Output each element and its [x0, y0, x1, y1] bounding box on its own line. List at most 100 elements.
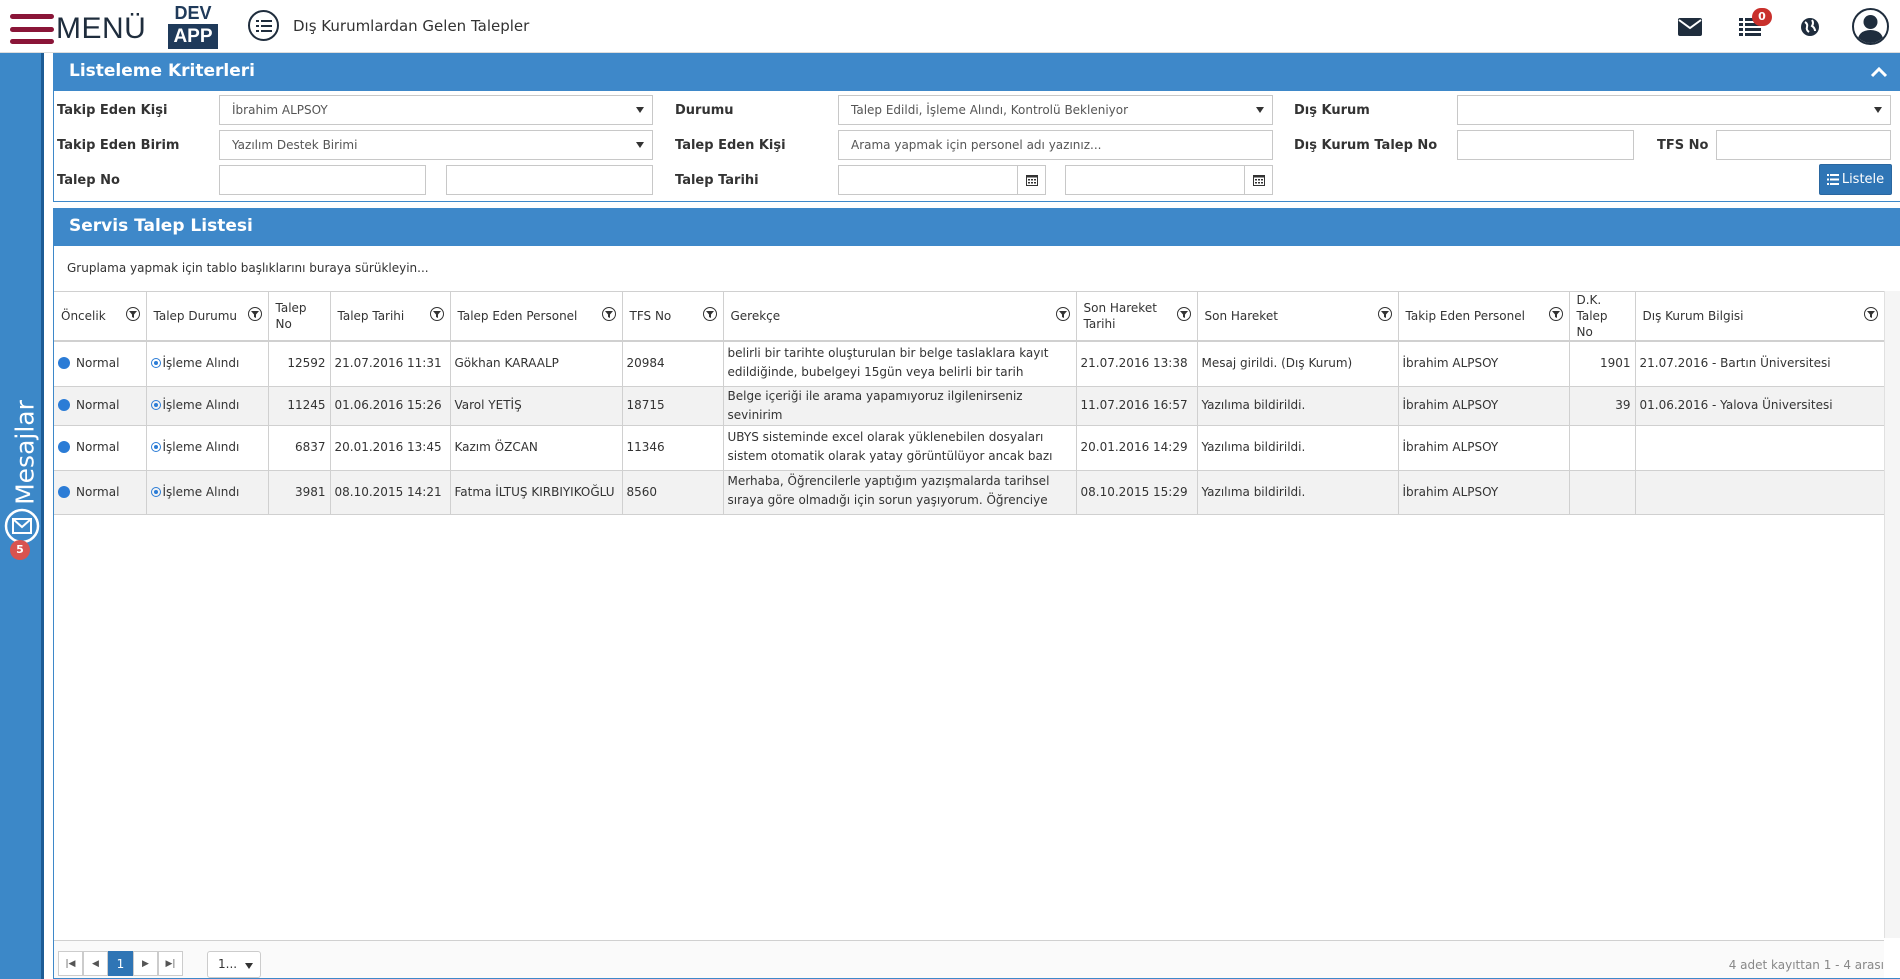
tasks-button[interactable]: 0: [1720, 0, 1780, 53]
filter-icon[interactable]: [125, 307, 140, 321]
talep-date-text: 08.10.2015 14:21: [334, 484, 442, 499]
col-header-last-action[interactable]: Son Hareket: [1197, 291, 1399, 342]
table-row[interactable]: Normal İşleme Alındı 3981 08.10.2015 14:21 F…: [54, 470, 1885, 515]
cell-reason: UBYS sisteminde excel olarak yüklenebile…: [723, 425, 1077, 471]
filter-icon[interactable]: [247, 307, 262, 321]
filter-icon[interactable]: [702, 307, 717, 321]
next-page-button[interactable]: ▶: [133, 951, 158, 976]
group-drop-area[interactable]: Gruplama yapmak için tablo başlıklarını …: [54, 246, 1900, 291]
dis-kurum-select[interactable]: [1457, 95, 1891, 125]
chevron-down-icon: [1256, 107, 1264, 113]
table-row[interactable]: Normal İşleme Alındı 11245 01.06.2016 15:26…: [54, 386, 1885, 426]
cell-last-action: Yazılıma bildirildi.: [1197, 386, 1399, 426]
first-page-button[interactable]: |◀: [58, 951, 83, 976]
cell-requester: Fatma İLTUŞ KIRBIYIKOĞLU: [450, 470, 623, 515]
list-icon: [248, 10, 279, 41]
app-logo[interactable]: DEV APP: [168, 2, 218, 51]
talep-eden-kisi-placeholder: Arama yapmak için personel adı yazınız..…: [851, 138, 1102, 152]
cell-last-action: Yazılıma bildirildi.: [1197, 425, 1399, 471]
cell-dk-no: [1569, 470, 1636, 515]
last-page-button[interactable]: ▶|: [158, 951, 183, 976]
tfs-text: 11346: [626, 440, 665, 454]
filter-icon[interactable]: [1055, 307, 1070, 321]
cell-date: 20.01.2016 13:45: [330, 425, 451, 471]
col-header-label: Gerekçe: [730, 309, 781, 323]
filter-icon[interactable]: [429, 307, 444, 321]
language-button[interactable]: [1780, 0, 1840, 53]
col-header-label: Son Hareket: [1204, 309, 1278, 323]
col-header-tfs[interactable]: TFS No: [622, 291, 724, 342]
priority-text: Normal: [76, 398, 120, 412]
last-date-text: 11.07.2016 16:57: [1080, 398, 1188, 412]
col-header-last-date[interactable]: Son Hareket Tarihi: [1076, 291, 1198, 342]
requester-text: Varol YETİŞ: [454, 398, 522, 412]
filter-icon[interactable]: [1548, 307, 1563, 321]
status-icon: [150, 358, 161, 369]
menu-label: MENÜ: [56, 12, 147, 45]
priority-text: Normal: [76, 484, 120, 499]
label-dis-kurum: Dış Kurum: [1294, 103, 1370, 118]
col-header-label: Dış Kurum Bilgisi: [1642, 309, 1744, 323]
cell-follower: İbrahim ALPSOY: [1398, 341, 1570, 387]
mail-button[interactable]: [1660, 0, 1720, 53]
col-header-follower[interactable]: Takip Eden Personel: [1398, 291, 1570, 342]
table-row[interactable]: Normal İşleme Alındı 6837 20.01.2016 13:45 K…: [54, 425, 1885, 471]
vertical-scrollbar[interactable]: [1884, 291, 1900, 938]
cell-follower: İbrahim ALPSOY: [1398, 386, 1570, 426]
list-button[interactable]: Listele: [1819, 164, 1892, 195]
cell-requester: Gökhan KARAALP: [450, 341, 623, 387]
dis-kurum-talep-no-input[interactable]: [1457, 130, 1634, 160]
logo-top-text: DEV: [174, 3, 212, 23]
talep-eden-kisi-input[interactable]: Arama yapmak için personel adı yazınız..…: [838, 130, 1273, 160]
calendar-icon[interactable]: [1017, 166, 1045, 194]
requester-text: Fatma İLTUŞ KIRBIYIKOĞLU: [454, 484, 615, 499]
table-row[interactable]: Normal İşleme Alındı 12592 21.07.2016 11:31…: [54, 341, 1885, 387]
calendar-icon[interactable]: [1244, 166, 1272, 194]
talep-no-start-input[interactable]: [219, 165, 426, 195]
tfs-text: 18715: [626, 398, 665, 412]
takip-eden-birim-select[interactable]: Yazılım Destek Birimi: [219, 130, 653, 160]
status-icon: [150, 486, 161, 497]
col-header-requester[interactable]: Talep Eden Personel: [450, 291, 623, 342]
criteria-title: Listeleme Kriterleri: [69, 61, 255, 81]
filter-icon[interactable]: [1377, 307, 1392, 321]
col-header-status[interactable]: Talep Durumu: [146, 291, 269, 342]
cell-follower: İbrahim ALPSOY: [1398, 425, 1570, 471]
cell-date: 01.06.2016 15:26: [330, 386, 451, 426]
chevron-up-icon[interactable]: [1870, 64, 1888, 80]
talep-tarihi-end-input[interactable]: [1065, 165, 1273, 195]
chevron-down-icon: [636, 142, 644, 148]
priority-dot-icon: [58, 357, 70, 370]
menu-button[interactable]: MENÜ: [10, 12, 146, 46]
col-header-reason[interactable]: Gerekçe: [723, 291, 1077, 342]
col-header-no[interactable]: Talep No: [268, 291, 331, 342]
list-icon: [1826, 174, 1839, 185]
cell-reason: Merhaba, Öğrencilerle yaptığım yazışmala…: [723, 470, 1077, 515]
col-header-label: Öncelik: [61, 309, 106, 323]
profile-button[interactable]: [1840, 0, 1900, 53]
col-header-dk-no[interactable]: D.K. Talep No: [1569, 291, 1636, 342]
chevron-down-icon: [1874, 107, 1882, 113]
tfs-no-input[interactable]: [1716, 130, 1891, 160]
talep-tarihi-start-input[interactable]: [838, 165, 1046, 195]
talep-no-end-input[interactable]: [446, 165, 653, 195]
col-header-org[interactable]: Dış Kurum Bilgisi: [1635, 291, 1885, 342]
cell-no: 11245: [268, 386, 331, 426]
filter-icon[interactable]: [1176, 307, 1191, 321]
priority-dot-icon: [58, 399, 70, 411]
col-header-priority[interactable]: Öncelik: [54, 291, 147, 342]
cell-tfs: 8560: [622, 470, 724, 515]
prev-page-button[interactable]: ◀: [83, 951, 108, 976]
messages-sidebar[interactable]: Mesajlar 5: [0, 53, 44, 979]
durumu-select[interactable]: Talep Edildi, İşleme Alındı, Kontrolü Be…: [838, 95, 1273, 125]
page-title: Dış Kurumlardan Gelen Talepler: [293, 17, 530, 35]
filter-icon[interactable]: [601, 307, 616, 321]
page-1-button[interactable]: 1: [108, 951, 133, 976]
takip-eden-kisi-select[interactable]: İbrahim ALPSOY: [219, 95, 653, 125]
requests-grid: Öncelik Talep Durumu Talep No Talep Tarihi T…: [54, 291, 1885, 515]
col-header-label: TFS No: [629, 309, 672, 323]
page-size-select[interactable]: 1...: [207, 951, 261, 978]
col-header-date[interactable]: Talep Tarihi: [330, 291, 451, 342]
filter-icon[interactable]: [1863, 307, 1878, 321]
talep-date-text: 01.06.2016 15:26: [334, 398, 442, 412]
